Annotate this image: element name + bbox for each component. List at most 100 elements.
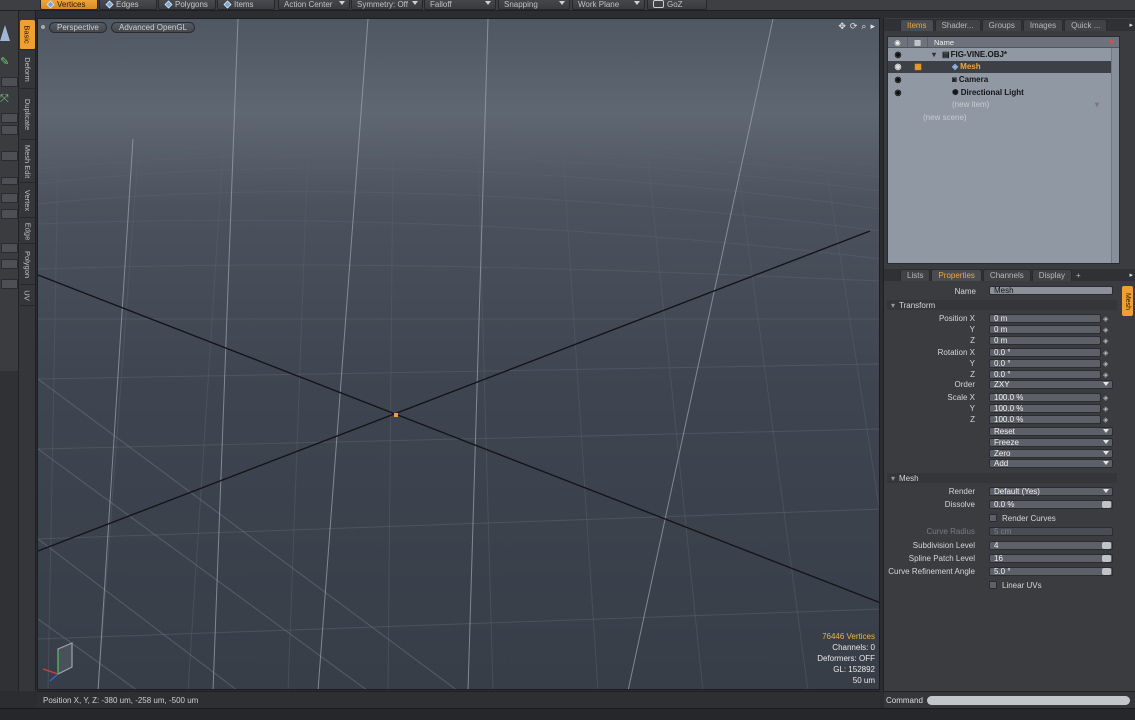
position-z-field[interactable]: 0 m [989,336,1101,345]
rotation-x-field[interactable]: 0.0 ° [989,348,1101,357]
toolbox-slot[interactable] [1,209,18,219]
vertices-mode-button[interactable]: Vertices [40,0,98,10]
toolbox-dropdown[interactable] [1,279,18,289]
tab-properties[interactable]: Properties [931,269,982,281]
tab-uv[interactable]: UV [20,286,35,306]
rotation-z-field[interactable]: 0.0 ° [989,370,1101,379]
dropdown-arrow-icon[interactable]: ▾ [1095,100,1099,109]
new-scene-row[interactable]: (new scene) [888,111,1119,124]
eye-icon[interactable]: ◉ [888,62,908,71]
zoom-icon[interactable]: ⌕ [861,21,866,32]
render-mode-button[interactable]: Advanced OpenGL [111,22,196,33]
collapse-triangle-icon[interactable]: ▾ [932,50,936,59]
eye-icon[interactable]: ◉ [888,75,908,84]
toolbox-dropdown[interactable] [1,77,18,87]
tab-menu-arrow-icon[interactable]: ▸ [1129,21,1133,29]
item-list[interactable]: ◉ ▦ Name ⚑ ◉ ▾ ▤ FIG-VINE.OBJ* ◉ ▦ ◈ Mes… [887,36,1120,264]
pen-tool-icon[interactable]: ✎ [0,56,10,68]
rotation-keyframe-icons[interactable]: ◈ ◈ ◈ [1103,348,1113,379]
tab-polygon[interactable]: Polygon [20,245,35,285]
freeze-dropdown[interactable]: Freeze [989,438,1113,447]
toolbox-dropdown[interactable] [1,113,18,123]
eye-icon[interactable]: ◉ [888,50,908,59]
name-field[interactable]: Mesh [989,286,1113,295]
scale-z-field[interactable]: 100.0 % [989,415,1101,424]
toolbox-slot[interactable] [1,177,18,185]
reset-dropdown[interactable]: Reset [989,427,1113,436]
mesh-side-tab[interactable]: Mesh [1122,286,1133,316]
subdivision-level-field[interactable]: 4 [989,541,1113,550]
tab-basic[interactable]: Basic [20,20,35,50]
tab-lists[interactable]: Lists [900,269,931,281]
work-plane-dropdown[interactable]: Work Plane [572,0,645,10]
tab-menu-arrow-icon[interactable]: ▸ [1129,271,1133,279]
slider-knob-icon[interactable] [1102,555,1111,562]
tab-groups[interactable]: Groups [981,19,1022,31]
render-dropdown[interactable]: Default (Yes) [989,487,1113,496]
expand-arrow-icon[interactable]: ▸ [870,21,875,32]
name-column-header[interactable]: Name [928,38,954,47]
items-mode-button[interactable]: Items [217,0,275,10]
scale-keyframe-icons[interactable]: ◈ ◈ ◈ [1103,393,1113,424]
tab-duplicate[interactable]: Duplicate [20,90,35,140]
add-tab-icon[interactable]: + [1073,269,1084,281]
falloff-dropdown[interactable]: Falloff [424,0,496,10]
zero-dropdown[interactable]: Zero [989,449,1113,458]
tab-shader[interactable]: Shader... [934,19,981,31]
item-filter-icon[interactable]: ⚑ [1108,38,1115,47]
slider-knob-icon[interactable] [1102,542,1111,549]
toolbox-slot[interactable] [1,243,18,253]
list-item[interactable]: ◉ ▦ ◈ Mesh [888,60,1119,74]
position-keyframe-icons[interactable]: ◈ ◈ ◈ [1103,314,1113,345]
pan-icon[interactable]: ✥ [838,21,846,32]
position-y-field[interactable]: 0 m [989,325,1101,334]
tab-edge[interactable]: Edge [20,219,35,244]
rotate-icon[interactable]: ⟳ [850,21,858,32]
viewport-menu-dot-icon[interactable] [41,25,45,29]
tab-vertex[interactable]: Vertex [20,184,35,218]
toolbox-slot[interactable] [1,259,18,269]
dissolve-field[interactable]: 0.0 % [989,500,1113,509]
slider-knob-icon[interactable] [1102,501,1111,508]
transform-tool-icon[interactable]: ⤧ [0,93,14,109]
polygons-mode-button[interactable]: Polygons [158,0,216,10]
tab-items[interactable]: Items [900,19,934,31]
lock-column-icon[interactable]: ▦ [908,37,928,47]
snapping-dropdown[interactable]: Snapping [498,0,570,10]
curve-refinement-angle-field[interactable]: 5.0 ° [989,567,1113,576]
tab-quick[interactable]: Quick ... [1064,19,1108,31]
perspective-view-button[interactable]: Perspective [49,22,107,33]
transform-group-header[interactable]: ▾ Transform [887,300,1117,310]
eye-icon[interactable]: ◉ [888,88,908,97]
toolbox-dropdown[interactable] [1,151,18,161]
linear-uvs-checkbox[interactable] [989,581,997,589]
tab-deform[interactable]: Deform [20,51,35,89]
scale-y-field[interactable]: 100.0 % [989,404,1101,413]
new-item-row[interactable]: (new item) ▾ [888,98,1119,111]
3d-viewport[interactable]: Perspective Advanced OpenGL ✥ ⟳ ⌕ ▸ 7644… [37,18,880,690]
visibility-column-icon[interactable]: ◉ [888,37,908,47]
goz-button[interactable]: GoZ [647,0,707,10]
cone-tool-icon[interactable] [0,25,10,41]
edges-mode-button[interactable]: Edges [99,0,157,10]
order-dropdown[interactable]: ZXY [989,380,1113,389]
spline-patch-level-field[interactable]: 16 [989,554,1113,563]
list-item[interactable]: ◉ ✺ Directional Light [888,86,1119,99]
toolbox-dropdown[interactable] [1,125,18,135]
tab-mesh-edit[interactable]: Mesh Edit [20,141,35,183]
command-input[interactable] [926,695,1130,705]
action-center-dropdown[interactable]: Action Center [278,0,350,10]
list-item[interactable]: ◉ ▾ ▤ FIG-VINE.OBJ* [888,48,1119,61]
slider-knob-icon[interactable] [1102,568,1111,575]
rotation-y-field[interactable]: 0.0 ° [989,359,1101,368]
tab-display[interactable]: Display [1031,269,1072,281]
tab-images[interactable]: Images [1022,19,1064,31]
scale-x-field[interactable]: 100.0 % [989,393,1101,402]
tab-channels[interactable]: Channels [982,269,1031,281]
render-curves-checkbox[interactable] [989,514,997,522]
mesh-group-header[interactable]: ▾ Mesh [887,473,1117,483]
position-x-field[interactable]: 0 m [989,314,1101,323]
toolbox-slot[interactable] [1,193,18,203]
list-item[interactable]: ◉ ◙ Camera [888,73,1119,86]
add-dropdown[interactable]: Add [989,459,1113,468]
